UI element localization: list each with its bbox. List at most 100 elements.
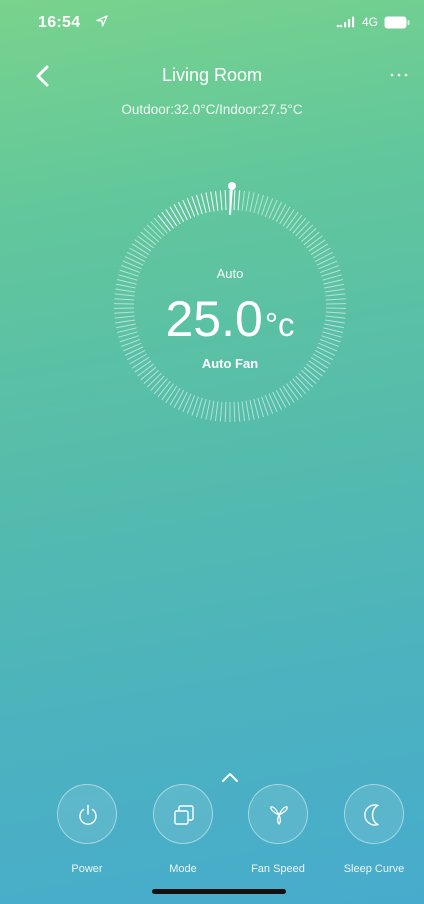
- sleep-curve-button-circle[interactable]: [344, 784, 404, 844]
- dial-tick: [153, 378, 168, 395]
- dial-tick: [286, 383, 299, 401]
- dial-tick: [289, 380, 303, 398]
- dial-tick: [268, 393, 278, 413]
- dial-tick: [129, 247, 148, 259]
- dial-tick: [301, 228, 317, 243]
- dial-tick: [210, 191, 215, 212]
- dial-tick: [241, 401, 246, 422]
- dial-tick: [279, 387, 291, 406]
- dial-tick: [301, 369, 317, 384]
- dial-tick: [205, 192, 211, 213]
- dial-tick: [150, 375, 165, 391]
- dial-tick: [298, 372, 314, 388]
- dial-tick: [124, 256, 144, 266]
- mode-button-circle[interactable]: [153, 784, 213, 844]
- battery-icon: [384, 16, 410, 28]
- dial-tick: [303, 231, 320, 246]
- dial-tick: [219, 401, 223, 422]
- dial-tick: [241, 190, 246, 211]
- dial-tick: [295, 221, 310, 237]
- dial-tick: [161, 211, 174, 229]
- dial-tick: [169, 387, 181, 406]
- dial-tick: [182, 393, 192, 413]
- network-label: 4G: [361, 15, 378, 29]
- dial-tick: [316, 256, 336, 266]
- dial-tick: [137, 235, 154, 249]
- dial-tick: [134, 239, 152, 252]
- dial-tick: [245, 400, 250, 421]
- dial-tick: [292, 378, 307, 395]
- power-button-circle[interactable]: [57, 784, 117, 844]
- dial-tick: [126, 251, 146, 262]
- power-icon: [79, 804, 97, 825]
- power-button[interactable]: Power: [47, 784, 127, 884]
- fan-speed-button-circle[interactable]: [248, 784, 308, 844]
- signal-icon: [336, 16, 355, 28]
- fan-speed-label: Fan Speed: [251, 863, 305, 875]
- dial-tick: [157, 214, 171, 232]
- dial-tick: [165, 209, 178, 227]
- page-title: Living Room: [161, 65, 263, 85]
- dial-tick: [143, 369, 159, 384]
- dial-tick: [124, 346, 144, 356]
- dial-tick: [219, 190, 223, 211]
- dial-tick: [275, 389, 287, 408]
- dial-tick: [115, 283, 136, 289]
- dial-tick: [312, 247, 331, 259]
- more-button[interactable]: [384, 62, 414, 88]
- power-label: Power: [71, 863, 103, 875]
- fan-speed-button[interactable]: Fan Speed: [238, 784, 318, 884]
- dial-tick: [146, 224, 162, 240]
- dial-tick: [169, 206, 181, 225]
- dial-tick: [286, 211, 299, 229]
- dial-tick: [224, 401, 227, 422]
- nav-bar: Living Room: [0, 50, 424, 100]
- dial-tick: [153, 217, 168, 234]
- dial-tick: [224, 190, 227, 211]
- dial-tick: [143, 228, 159, 243]
- dial-tick: [282, 209, 295, 227]
- status-bar: 16:54 4G: [0, 0, 424, 44]
- set-temperature-value: 25.0: [165, 291, 263, 347]
- dial-tick: [268, 199, 278, 219]
- dial-tick: [295, 375, 310, 391]
- dial-tick: [292, 217, 307, 234]
- dial-tick: [214, 401, 219, 422]
- dial-tick: [146, 372, 162, 388]
- moon-icon: [364, 804, 379, 826]
- dial-tick: [272, 391, 283, 411]
- dial-tick: [214, 190, 219, 211]
- dial-tick: [173, 204, 185, 223]
- temperature-summary: Outdoor:32.0°C/Indoor:27.5°C: [121, 102, 303, 117]
- dial-tick: [200, 398, 207, 419]
- dial-tick: [249, 399, 255, 420]
- dial-tick: [249, 192, 255, 213]
- dial-tick: [210, 400, 215, 421]
- dial-tick: [173, 389, 185, 408]
- fan-icon: [270, 806, 288, 825]
- dial-tick: [233, 401, 236, 422]
- mode-icon: [174, 805, 194, 825]
- dial-handle: [228, 182, 236, 190]
- dial-tick: [253, 193, 260, 214]
- dial-tick: [279, 206, 291, 225]
- more-dots-icon: [390, 73, 408, 77]
- dial-tick: [205, 399, 211, 420]
- chevron-up-icon[interactable]: [220, 770, 240, 784]
- dial-tick: [140, 231, 157, 246]
- status-time: 16:54: [38, 14, 81, 31]
- dial-tick: [237, 401, 241, 422]
- dial-tick: [308, 239, 326, 252]
- dial-tick: [316, 346, 336, 356]
- dial-tick: [131, 243, 150, 255]
- dial-tick: [200, 193, 207, 214]
- temperature-dial[interactable]: Auto 25.0°c Auto Fan: [102, 178, 358, 434]
- mode-button[interactable]: Mode: [143, 784, 223, 884]
- dial-tick: [298, 224, 314, 240]
- sleep-curve-button[interactable]: Sleep Curve: [334, 784, 414, 884]
- dial-tick: [165, 385, 178, 403]
- set-temperature: 25.0°c: [102, 290, 358, 348]
- dial-tick: [310, 243, 329, 255]
- dial-tick: [324, 283, 345, 289]
- temperature-unit: °c: [264, 306, 295, 343]
